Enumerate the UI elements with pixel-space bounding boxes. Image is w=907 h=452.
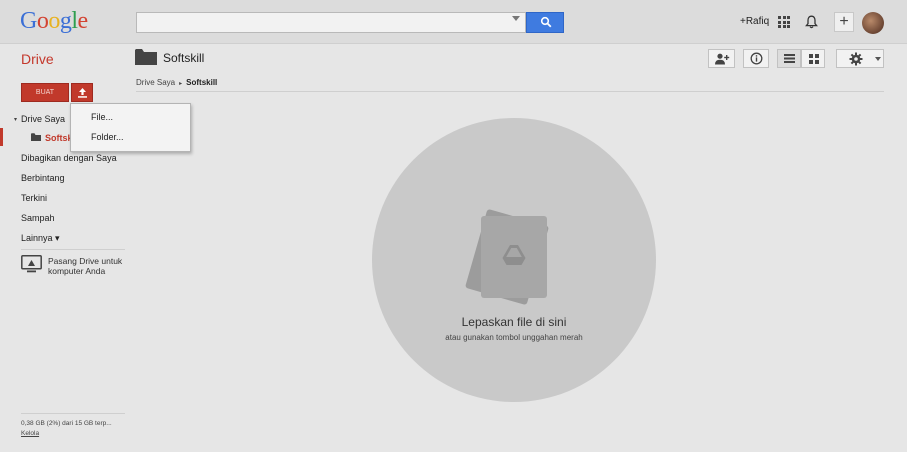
notifications-icon[interactable] <box>805 15 818 29</box>
search-button[interactable] <box>526 12 564 33</box>
sidebar-item-shared[interactable]: Dibagikan dengan Saya <box>21 153 117 163</box>
breadcrumb-current[interactable]: Softskill <box>186 78 217 87</box>
share-plus-button[interactable]: + <box>834 12 854 32</box>
sidebar-divider <box>21 413 125 414</box>
upload-button[interactable] <box>71 83 93 102</box>
google-logo[interactable]: Google <box>20 8 88 35</box>
active-indicator <box>0 128 3 146</box>
apps-icon[interactable] <box>778 16 790 28</box>
upload-icon <box>78 88 87 98</box>
breadcrumb: Drive Saya ▸ Softskill <box>136 78 217 87</box>
settings-button[interactable] <box>836 49 884 68</box>
sidebar-item-more[interactable]: Lainnya ▾ <box>21 233 60 244</box>
breadcrumb-separator: ▸ <box>179 81 183 87</box>
avatar[interactable] <box>862 12 884 34</box>
sidebar-item-starred[interactable]: Berbintang <box>21 173 65 183</box>
sidebar-item-trash[interactable]: Sampah <box>21 213 55 223</box>
grid-view-icon <box>809 54 819 64</box>
folder-icon <box>31 133 41 141</box>
drop-zone-title: Lepaskan file di sini <box>461 315 567 329</box>
drive-document-icon <box>481 216 547 298</box>
computer-icon[interactable] <box>21 255 42 273</box>
upload-menu: File... Folder... <box>70 103 191 152</box>
install-drive-link[interactable]: Pasang Drive untuk komputer Anda <box>48 256 133 276</box>
create-button[interactable]: BUAT <box>21 83 69 102</box>
gear-icon <box>849 52 863 66</box>
user-profile-link[interactable]: +Rafiq <box>740 16 769 27</box>
details-button[interactable] <box>743 49 769 68</box>
drive-logo-icon <box>502 245 526 265</box>
list-view-button[interactable] <box>777 49 801 68</box>
divider <box>136 91 884 92</box>
app-title[interactable]: Drive <box>21 51 54 67</box>
sidebar-item-my-drive[interactable]: Drive Saya <box>21 114 65 124</box>
search-input[interactable] <box>136 12 526 33</box>
logo-letter: e <box>77 8 89 34</box>
upload-file-item[interactable]: File... <box>91 112 113 122</box>
upload-folder-item[interactable]: Folder... <box>91 132 124 142</box>
grid-view-button[interactable] <box>801 49 825 68</box>
folder-icon <box>135 49 157 65</box>
search-options-chevron-icon[interactable] <box>512 16 520 21</box>
storage-usage: 0,38 GB (2%) dari 15 GB terp... <box>21 420 112 427</box>
logo-letter: o <box>36 8 49 34</box>
info-icon <box>750 52 763 65</box>
manage-storage-link[interactable]: Kelola <box>21 430 39 437</box>
sidebar-item-recent[interactable]: Terkini <box>21 193 47 203</box>
search-icon <box>540 16 552 28</box>
add-person-icon <box>715 53 730 65</box>
chevron-down-icon <box>875 57 881 61</box>
logo-letter: o <box>48 8 60 34</box>
drop-zone-subtitle: atau gunakan tombol unggahan merah <box>445 333 583 342</box>
share-button[interactable] <box>708 49 735 68</box>
current-folder-name[interactable]: Softskill <box>163 51 204 65</box>
sidebar-divider <box>21 249 125 250</box>
top-bar: Google +Rafiq + <box>0 0 907 44</box>
logo-letter: G <box>20 8 37 34</box>
tree-expand-caret-icon[interactable]: ▾ <box>14 116 17 123</box>
logo-letter: g <box>59 8 72 34</box>
breadcrumb-root[interactable]: Drive Saya <box>136 78 175 87</box>
list-view-icon <box>784 54 795 63</box>
